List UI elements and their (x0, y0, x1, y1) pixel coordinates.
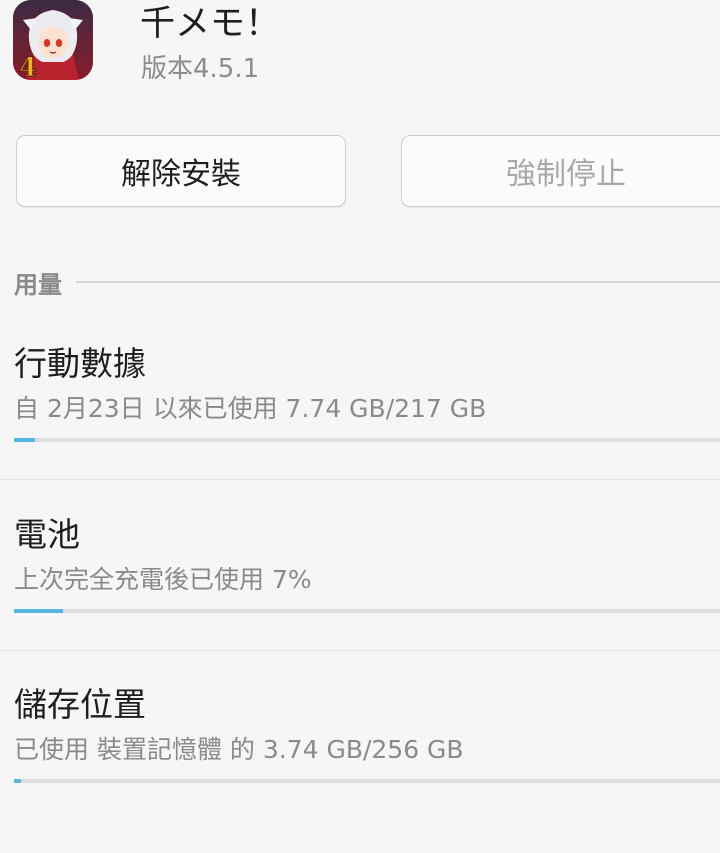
app-character-icon: 4 (13, 0, 93, 80)
app-header: 4 千メモ！ 版本4.5.1 (0, 0, 720, 100)
battery-progress-fill (14, 609, 64, 613)
mobile-data-progress-fill (14, 438, 36, 442)
battery-item[interactable]: 電池 上次完全充電後已使用 7% (0, 513, 720, 683)
app-name: 千メモ！ (140, 4, 281, 44)
usage-section-header: 用量 (14, 264, 720, 300)
storage-subtitle: 已使用 裝置記憶體 的 3.74 GB/256 GB (14, 735, 464, 764)
app-version: 版本4.5.1 (141, 54, 260, 84)
storage-progress-fill (14, 779, 22, 783)
uninstall-button[interactable]: 解除安裝 (16, 135, 346, 207)
storage-item[interactable]: 儲存位置 已使用 裝置記憶體 的 3.74 GB/256 GB (0, 683, 720, 853)
usage-section-label: 用量 (14, 270, 62, 299)
force-stop-button[interactable]: 強制停止 (401, 135, 720, 207)
battery-title: 電池 (14, 515, 80, 554)
mobile-data-progress-bar (14, 438, 720, 442)
section-divider (76, 281, 720, 283)
battery-progress-bar (14, 609, 720, 613)
storage-progress-bar (14, 779, 720, 783)
mobile-data-title: 行動數據 (14, 344, 146, 383)
mobile-data-subtitle: 自 2月23日 以來已使用 7.74 GB/217 GB (14, 394, 487, 423)
battery-subtitle: 上次完全充電後已使用 7% (14, 565, 312, 594)
divider (0, 479, 720, 480)
app-icon: 4 (13, 0, 93, 80)
svg-text:4: 4 (19, 53, 37, 80)
divider (0, 650, 720, 651)
mobile-data-item[interactable]: 行動數據 自 2月23日 以來已使用 7.74 GB/217 GB (0, 342, 720, 512)
storage-title: 儲存位置 (14, 685, 146, 724)
